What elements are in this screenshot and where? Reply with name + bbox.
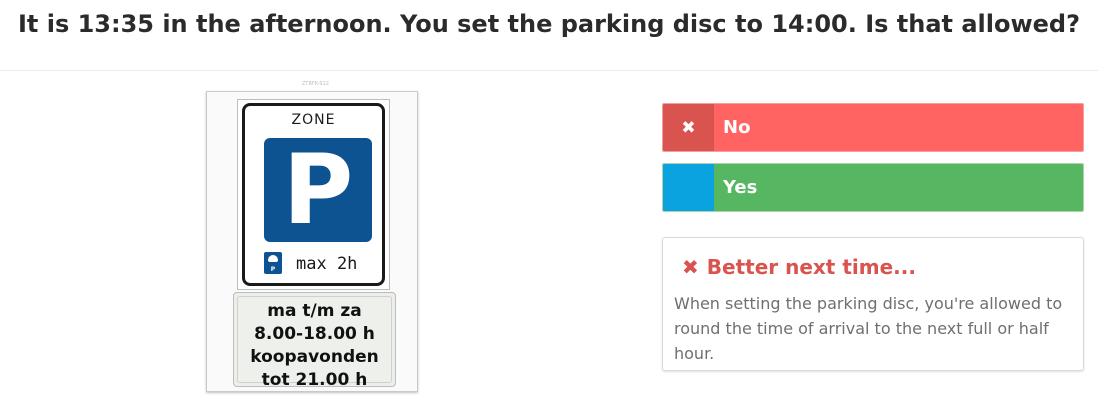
parking-p-icon: P bbox=[264, 138, 372, 242]
zone-label: ZONE bbox=[291, 112, 336, 128]
sub-sign: ma t/m za 8.00-18.00 h koopavonden tot 2… bbox=[233, 292, 396, 390]
feedback-title-text: Better next time... bbox=[706, 255, 916, 279]
parking-zone-sign: ZONE P max 2h bbox=[237, 99, 390, 290]
max-duration-label: max 2h bbox=[296, 254, 358, 274]
feedback-explanation: When setting the parking disc, you're al… bbox=[674, 294, 1063, 363]
sub-sign-line: ma t/m za bbox=[267, 301, 362, 321]
sub-sign-line: tot 21.00 h bbox=[261, 370, 368, 390]
parking-symbol: P bbox=[282, 134, 354, 246]
image-caption: ZTRFK-912 bbox=[302, 81, 329, 87]
feedback-title: ✖ Better next time... bbox=[682, 255, 916, 279]
cross-icon: ✖ bbox=[682, 255, 699, 279]
sub-sign-line: 8.00-18.00 h bbox=[254, 324, 375, 344]
cross-icon: ✖ bbox=[663, 104, 714, 151]
answer-marker bbox=[663, 164, 714, 211]
answer-label: No bbox=[714, 104, 1083, 151]
parking-disc-icon bbox=[264, 252, 282, 274]
traffic-sign-image: ZONE P max 2h ma t/m za 8.00-18.00 h koo… bbox=[206, 91, 418, 392]
question-title: It is 13:35 in the afternoon. You set th… bbox=[17, 10, 1081, 38]
sub-sign-line: koopavonden bbox=[250, 347, 379, 367]
answer-label: Yes bbox=[714, 164, 1083, 211]
answer-no-button[interactable]: ✖ No bbox=[662, 103, 1084, 152]
feedback-box: ✖ Better next time... When setting the pa… bbox=[662, 237, 1084, 371]
answer-yes-button[interactable]: Yes bbox=[662, 163, 1084, 212]
divider bbox=[0, 70, 1098, 71]
